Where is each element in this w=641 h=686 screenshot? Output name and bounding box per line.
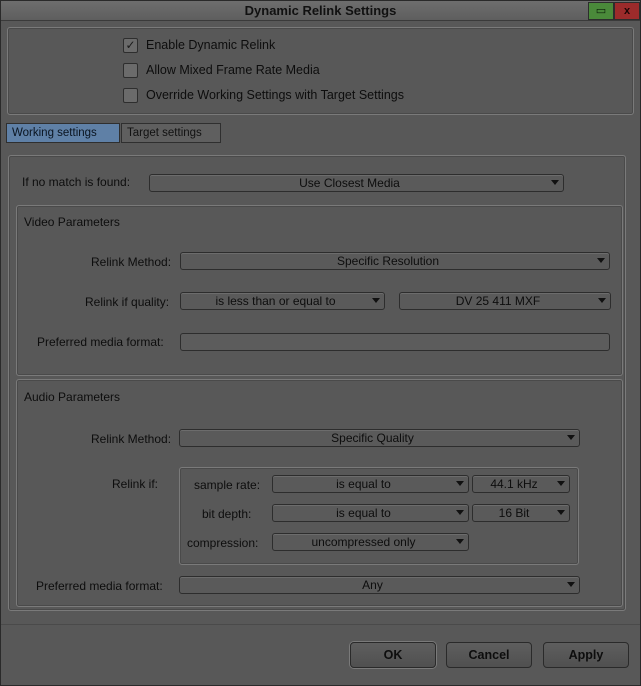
sample-rate-label: sample rate: (194, 478, 261, 492)
chevron-down-icon (598, 298, 606, 303)
no-match-value: Use Closest Media (299, 176, 400, 190)
compression-label: compression: (187, 536, 259, 550)
video-preferred-format-label: Preferred media format: (37, 335, 164, 349)
bit-depth-operator-dropdown[interactable]: is equal to (272, 504, 469, 522)
audio-preferred-format-dropdown[interactable]: Any (179, 576, 580, 594)
enable-dynamic-relink-label: Enable Dynamic Relink (146, 38, 276, 52)
video-parameters-heading: Video Parameters (24, 215, 120, 229)
video-relink-method-label: Relink Method: (91, 255, 172, 269)
chevron-down-icon (551, 180, 559, 185)
video-quality-resolution-dropdown[interactable]: DV 25 411 MXF (399, 292, 611, 310)
chevron-down-icon (567, 582, 575, 587)
chevron-down-icon (597, 258, 605, 263)
dynamic-relink-dialog: Dynamic Relink Settings ▭ x ✓ Enable Dyn… (0, 0, 641, 686)
audio-relink-method-value: Specific Quality (331, 431, 414, 445)
compression-dropdown[interactable]: uncompressed only (272, 533, 469, 551)
cancel-button[interactable]: Cancel (446, 642, 532, 668)
title-bar[interactable]: Dynamic Relink Settings ▭ x (1, 1, 640, 21)
bit-depth-label: bit depth: (202, 507, 252, 521)
allow-mixed-frame-rate-option[interactable]: Allow Mixed Frame Rate Media (123, 62, 320, 78)
audio-preferred-format-value: Any (362, 578, 383, 592)
chevron-down-icon (557, 481, 565, 486)
chevron-down-icon (567, 435, 575, 440)
tab-target-settings[interactable]: Target settings (121, 123, 221, 143)
close-icon: x (623, 5, 631, 17)
video-relink-method-value: Specific Resolution (336, 254, 440, 268)
audio-relink-method-dropdown[interactable]: Specific Quality (179, 429, 580, 447)
close-button[interactable]: x (614, 2, 640, 20)
minimize-icon: ▭ (595, 5, 607, 17)
video-preferred-format-field[interactable] (180, 333, 610, 351)
override-working-label: Override Working Settings with Target Se… (146, 88, 404, 102)
enable-dynamic-relink-option[interactable]: ✓ Enable Dynamic Relink (123, 37, 275, 53)
sample-rate-value: 44.1 kHz (490, 477, 538, 491)
compression-value: uncompressed only (311, 535, 416, 549)
apply-button[interactable]: Apply (543, 642, 629, 668)
ok-button[interactable]: OK (350, 642, 436, 668)
window-title: Dynamic Relink Settings (244, 3, 397, 18)
chevron-down-icon (456, 510, 464, 515)
bit-depth-value-dropdown[interactable]: 16 Bit (472, 504, 570, 522)
chevron-down-icon (372, 298, 380, 303)
sample-rate-value-dropdown[interactable]: 44.1 kHz (472, 475, 570, 493)
allow-mixed-frame-rate-label: Allow Mixed Frame Rate Media (146, 63, 320, 77)
sample-rate-operator-dropdown[interactable]: is equal to (272, 475, 469, 493)
chevron-down-icon (557, 510, 565, 515)
video-relink-quality-label: Relink if quality: (85, 295, 170, 309)
minimize-button[interactable]: ▭ (588, 2, 614, 20)
allow-mixed-frame-rate-checkbox[interactable] (123, 62, 138, 78)
bit-depth-operator-value: is equal to (336, 506, 391, 520)
override-working-option[interactable]: Override Working Settings with Target Se… (123, 87, 404, 103)
audio-relink-if-label: Relink if: (112, 477, 159, 491)
tab-working-settings[interactable]: Working settings (6, 123, 120, 143)
chevron-down-icon (456, 481, 464, 486)
video-quality-operator-dropdown[interactable]: is less than or equal to (180, 292, 385, 310)
override-working-checkbox[interactable] (123, 87, 138, 103)
bit-depth-value: 16 Bit (498, 506, 530, 520)
chevron-down-icon (456, 539, 464, 544)
video-relink-method-dropdown[interactable]: Specific Resolution (180, 252, 610, 270)
footer-divider (1, 624, 640, 625)
video-quality-resolution-value: DV 25 411 MXF (455, 294, 541, 308)
video-quality-operator-value: is less than or equal to (215, 294, 336, 308)
enable-dynamic-relink-checkbox[interactable]: ✓ (123, 37, 138, 53)
no-match-label: If no match is found: (22, 175, 131, 189)
audio-relink-method-label: Relink Method: (91, 432, 172, 446)
checkmark-icon: ✓ (125, 38, 136, 52)
no-match-dropdown[interactable]: Use Closest Media (149, 174, 564, 192)
audio-preferred-format-label: Preferred media format: (36, 579, 163, 593)
sample-rate-operator-value: is equal to (336, 477, 391, 491)
audio-parameters-heading: Audio Parameters (24, 390, 121, 404)
